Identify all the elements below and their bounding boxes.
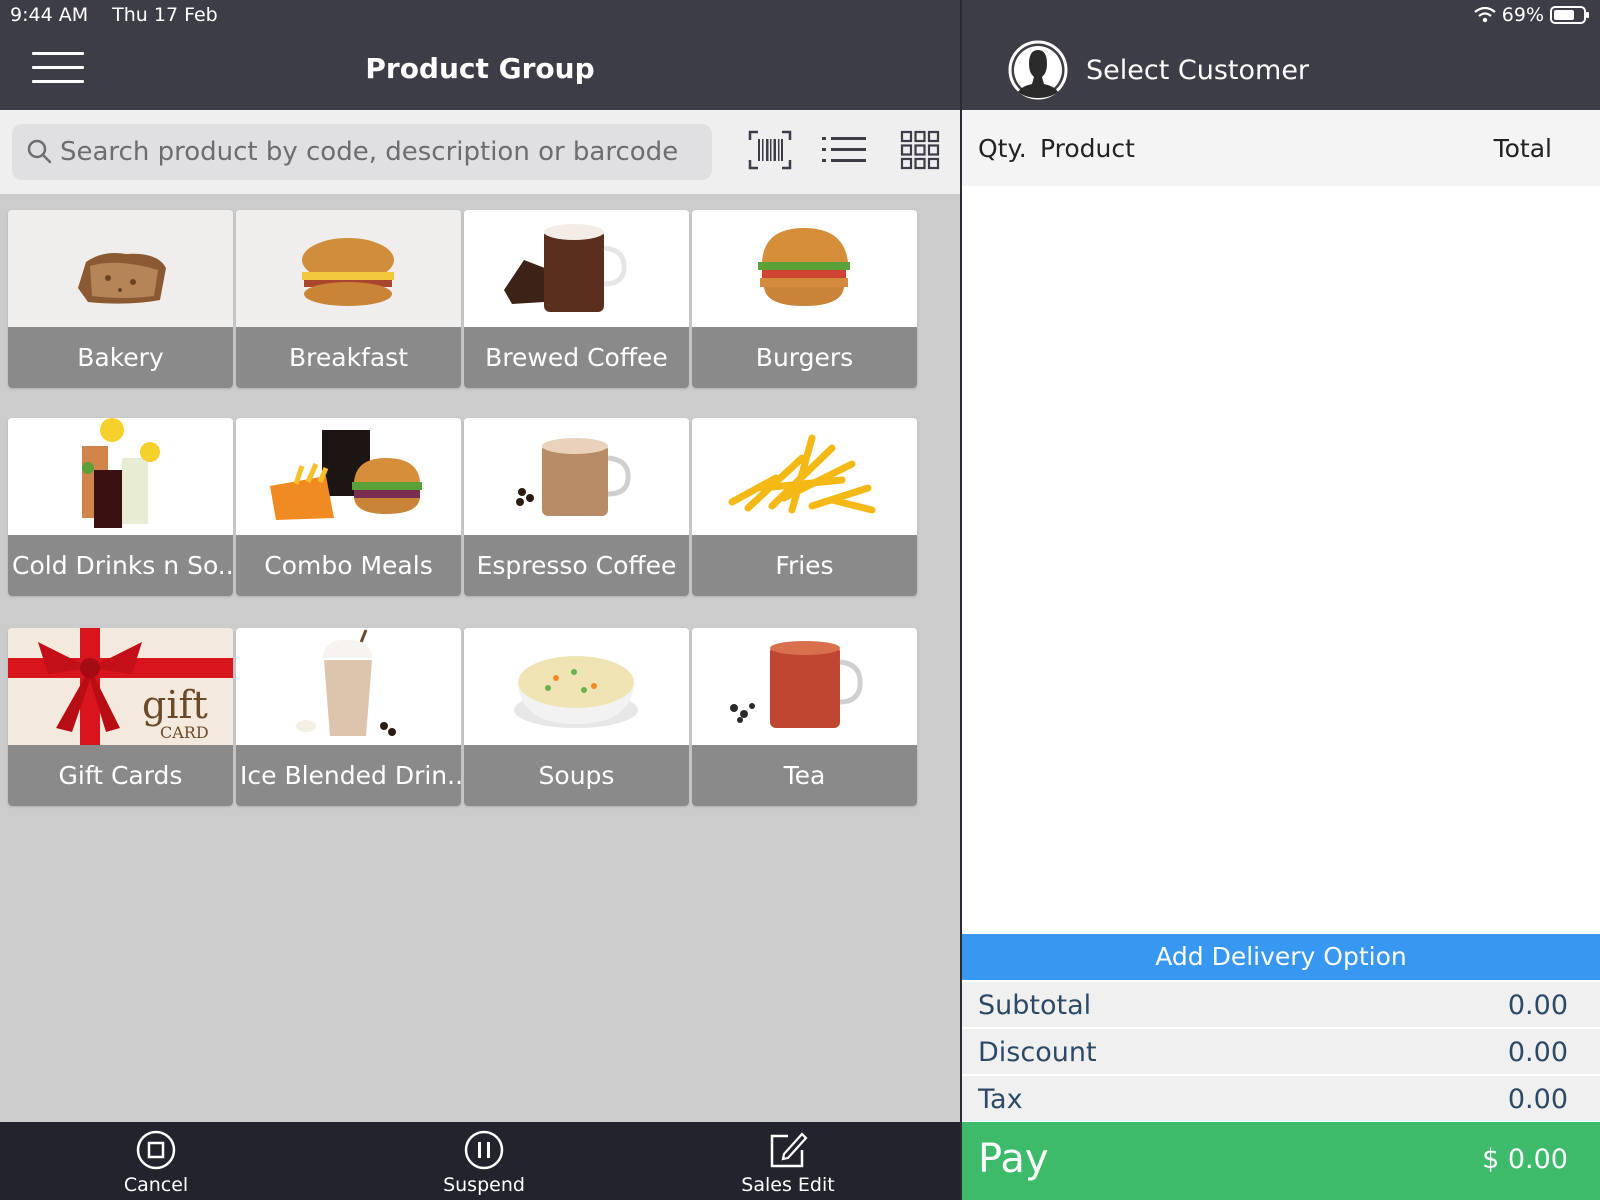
group-label: Tea bbox=[692, 745, 917, 806]
search-box[interactable] bbox=[12, 124, 712, 180]
group-tile-burgers[interactable]: Burgers bbox=[692, 210, 917, 388]
group-label: Espresso Coffee bbox=[464, 535, 689, 596]
page-title: Product Group bbox=[365, 52, 595, 85]
group-tile-cold-drinks[interactable]: Cold Drinks n So... bbox=[8, 418, 233, 596]
action-bar: Cancel Suspend Sales Edit bbox=[0, 1122, 960, 1200]
search-input[interactable] bbox=[60, 132, 700, 172]
group-label: Fries bbox=[692, 535, 917, 596]
group-label: Brewed Coffee bbox=[464, 327, 689, 388]
order-pane: 69% Select Customer Qty. Product Total A… bbox=[962, 0, 1600, 1200]
col-total: Total bbox=[1493, 134, 1552, 163]
group-tile-ice-blended[interactable]: Ice Blended Drin... bbox=[236, 628, 461, 806]
subtotal-label: Subtotal bbox=[978, 990, 1092, 1021]
search-toolbar bbox=[0, 110, 960, 194]
search-icon bbox=[27, 139, 52, 164]
breakfast-sandwich-image bbox=[236, 210, 461, 327]
sales-edit-label: Sales Edit bbox=[741, 1174, 835, 1196]
sales-edit-button[interactable]: Sales Edit bbox=[718, 1130, 858, 1200]
tax-value: 0.00 bbox=[1507, 1084, 1568, 1115]
status-bar-right: 69% bbox=[1474, 4, 1590, 26]
gift-card-image: gift CARD bbox=[8, 628, 233, 745]
discount-row[interactable]: Discount 0.00 bbox=[962, 1029, 1600, 1075]
group-tile-gift-cards[interactable]: gift CARD Gift Cards bbox=[8, 628, 233, 806]
status-time: 9:44 AM bbox=[10, 4, 89, 26]
group-label: Combo Meals bbox=[236, 535, 461, 596]
group-tile-tea[interactable]: Tea bbox=[692, 628, 917, 806]
left-header: 9:44 AM Thu 17 Feb Product Group bbox=[0, 0, 960, 110]
stop-icon bbox=[136, 1130, 176, 1170]
espresso-mug-image bbox=[464, 418, 689, 535]
status-bar-left: 9:44 AM Thu 17 Feb bbox=[10, 4, 236, 26]
list-view-icon[interactable] bbox=[822, 130, 866, 170]
group-tile-bakery[interactable]: Bakery bbox=[8, 210, 233, 388]
tea-mug-image bbox=[692, 628, 917, 745]
battery-icon bbox=[1550, 6, 1589, 24]
product-pane: 9:44 AM Thu 17 Feb Product Group Search … bbox=[0, 0, 960, 1200]
group-tile-soups[interactable]: Soups bbox=[464, 628, 689, 806]
ice-blended-drink-image bbox=[236, 628, 461, 745]
edit-icon bbox=[770, 1132, 808, 1168]
pause-icon bbox=[464, 1130, 504, 1170]
right-header: 69% Select Customer bbox=[962, 0, 1600, 110]
select-customer-label[interactable]: Select Customer bbox=[1086, 55, 1309, 86]
status-date: Thu 17 Feb bbox=[112, 4, 218, 26]
group-label: Breakfast bbox=[236, 327, 461, 388]
pay-button[interactable]: Pay $ 0.00 bbox=[962, 1122, 1600, 1200]
card-text: CARD bbox=[160, 723, 209, 742]
pay-amount: $ 0.00 bbox=[1482, 1144, 1568, 1175]
group-tile-espresso-coffee[interactable]: Espresso Coffee bbox=[464, 418, 689, 596]
soup-bowl-image bbox=[464, 628, 689, 745]
bread-slice-image bbox=[8, 210, 233, 327]
barcode-scan-icon[interactable] bbox=[748, 130, 792, 170]
wifi-icon bbox=[1474, 7, 1496, 23]
cancel-label: Cancel bbox=[123, 1174, 189, 1196]
suspend-label: Suspend bbox=[443, 1174, 525, 1196]
group-label: Ice Blended Drin... bbox=[236, 745, 461, 806]
group-label: Soups bbox=[464, 745, 689, 806]
group-label: Cold Drinks n So... bbox=[8, 535, 233, 596]
col-product: Product bbox=[1040, 134, 1135, 163]
customer-avatar-icon[interactable] bbox=[1008, 40, 1068, 100]
combo-meal-image bbox=[236, 418, 461, 535]
cancel-button[interactable]: Cancel bbox=[86, 1130, 226, 1200]
burger-image bbox=[692, 210, 917, 327]
add-delivery-option-button[interactable]: Add Delivery Option bbox=[962, 934, 1600, 980]
group-label: Burgers bbox=[692, 327, 917, 388]
discount-label: Discount bbox=[978, 1037, 1097, 1068]
pay-label: Pay bbox=[978, 1136, 1049, 1182]
coffee-mug-image bbox=[464, 210, 689, 327]
order-table-header: Qty. Product Total bbox=[962, 110, 1600, 186]
grid-view-icon[interactable] bbox=[898, 130, 942, 170]
group-label: Bakery bbox=[8, 327, 233, 388]
subtotal-value: 0.00 bbox=[1507, 990, 1568, 1021]
battery-percent: 69% bbox=[1501, 4, 1544, 26]
group-label: Gift Cards bbox=[8, 745, 233, 806]
discount-value: 0.00 bbox=[1507, 1037, 1568, 1068]
suspend-button[interactable]: Suspend bbox=[414, 1130, 554, 1200]
group-tile-fries[interactable]: Fries bbox=[692, 418, 917, 596]
subtotal-row: Subtotal 0.00 bbox=[962, 982, 1600, 1028]
gift-text: gift bbox=[142, 683, 208, 727]
group-tile-combo-meals[interactable]: Combo Meals bbox=[236, 418, 461, 596]
cold-drinks-image bbox=[8, 418, 233, 535]
group-tile-breakfast[interactable]: Breakfast bbox=[236, 210, 461, 388]
col-qty: Qty. bbox=[978, 134, 1027, 163]
tax-row: Tax 0.00 bbox=[962, 1076, 1600, 1122]
group-tile-brewed-coffee[interactable]: Brewed Coffee bbox=[464, 210, 689, 388]
tax-label: Tax bbox=[978, 1084, 1023, 1115]
fries-image bbox=[692, 418, 917, 535]
